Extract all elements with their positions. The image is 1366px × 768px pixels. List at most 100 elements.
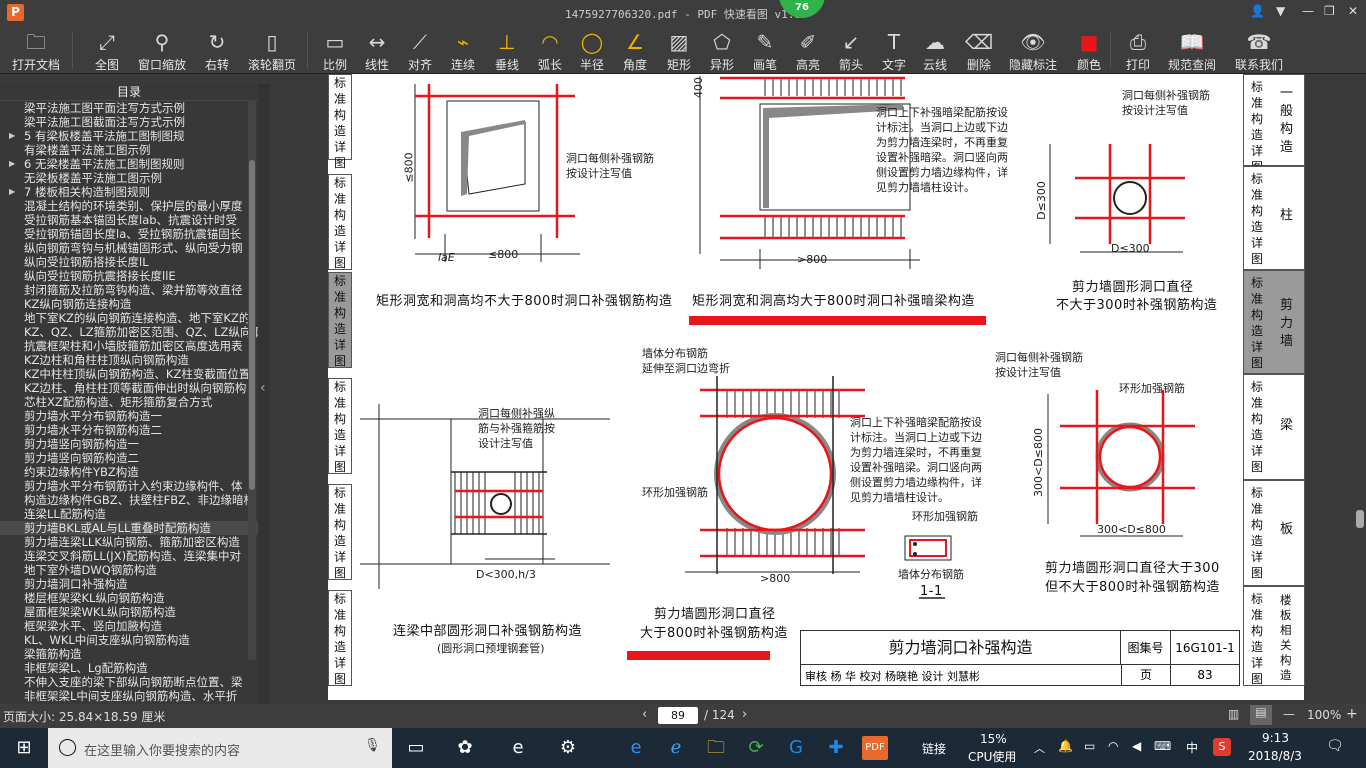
tool-angle-button[interactable]: ∠ 角度 xyxy=(618,28,652,72)
sogou-ime-icon[interactable]: S xyxy=(1213,738,1231,756)
toc-item[interactable]: 剪力墙水平分布钢筋构造一 xyxy=(0,409,258,423)
toc-item[interactable]: 约束边缘构件YBZ构造 xyxy=(0,465,258,479)
tool-arrow-button[interactable]: ↙ 箭头 xyxy=(834,28,868,72)
tool-polygon-area-button[interactable]: ⬠ 异形 xyxy=(705,28,739,72)
settings-app-icon[interactable]: ⚙ xyxy=(556,736,580,760)
toc-item[interactable]: 非框架梁L、Lg配筋构造 xyxy=(0,661,258,675)
toc-item[interactable]: 剪力墙竖向钢筋构造一 xyxy=(0,437,258,451)
toc-item[interactable]: 剪力墙竖向钢筋构造二 xyxy=(0,451,258,465)
tool-support-button[interactable]: ☎ 联系我们 xyxy=(1233,28,1285,72)
ie-edge-icon[interactable]: e xyxy=(624,736,648,760)
pdf-viewer-taskbar-icon[interactable]: PDF xyxy=(862,736,888,760)
toc-item[interactable]: 纵向受拉钢筋搭接长度lL xyxy=(0,255,258,269)
g-app-icon[interactable]: G xyxy=(784,736,808,760)
tool-cloud-line-button[interactable]: ☁ 云线 xyxy=(918,28,952,72)
toc-item[interactable]: 芯柱XZ配筋构造、矩形箍筋复合方式 xyxy=(0,395,258,409)
toc-item[interactable]: 屋面框架梁WKL纵向钢筋构造 xyxy=(0,605,258,619)
tool-text-button[interactable]: T 文字 xyxy=(877,28,911,72)
tool-hide-annotations-button[interactable]: 👁 隐藏标注 xyxy=(1008,28,1058,72)
toc-item[interactable]: 剪力墙连梁LLK纵向钢筋、箍筋加密区构造 xyxy=(0,535,258,549)
toc-item[interactable]: 梁箍筋构造 xyxy=(0,647,258,661)
toc-item[interactable]: KL、WKL中间支座纵向钢筋构造 xyxy=(0,633,258,647)
toc-item[interactable]: 有梁楼盖平法施工图示例 xyxy=(0,143,258,157)
internet-explorer-icon[interactable]: ℯ xyxy=(664,736,688,760)
toc-item[interactable]: 地下室外墙DWQ钢筋构造 xyxy=(0,563,258,577)
pinwheel-app-icon[interactable]: ✿ xyxy=(453,736,477,760)
toc-item[interactable]: 无梁板楼盖平法施工图示例 xyxy=(0,171,258,185)
keyboard-icon[interactable]: ⌨ xyxy=(1154,739,1171,753)
tool-pen-button[interactable]: ✎ 画笔 xyxy=(748,28,782,72)
toc-item[interactable]: ▶ 6 无梁楼盖平法施工图制图规则 xyxy=(0,157,258,171)
toc-item[interactable]: 抗震框架柱和小墙肢箍筋加密区高度选用表 xyxy=(0,339,258,353)
task-view-icon[interactable]: ▭ xyxy=(404,736,428,760)
continuous-view-icon[interactable]: ▤ xyxy=(1250,705,1272,725)
tool-radius-button[interactable]: ◯ 半径 xyxy=(575,28,609,72)
tool-rotate-right-button[interactable]: ↻ 右转 xyxy=(200,28,234,72)
volume-icon[interactable]: ◀ xyxy=(1132,739,1141,753)
taskbar-search-box[interactable]: ◯ 在这里输入你要搜索的内容 🎙 xyxy=(48,728,392,768)
toc-item[interactable]: 不伸入支座的梁下部纵向钢筋断点位置、梁 xyxy=(0,675,258,689)
toc-item[interactable]: 封闭箍筋及拉筋弯钩构造、梁并筋等效直径 xyxy=(0,283,258,297)
toc-item[interactable]: 纵向受拉钢筋抗震搭接长度llE xyxy=(0,269,258,283)
sidebar-scroll-thumb[interactable] xyxy=(249,160,255,490)
toc-item[interactable]: KZ中柱柱顶纵向钢筋构造、KZ柱变截面位置 xyxy=(0,367,258,381)
zoom-out-icon[interactable]: — xyxy=(1283,707,1295,721)
restore-icon[interactable]: ❐ xyxy=(1324,4,1335,18)
tool-arc-length-button[interactable]: ◠ 弧长 xyxy=(533,28,567,72)
toc-item[interactable]: 连梁交叉斜筋LL(JX)配筋构造、连梁集中对 xyxy=(0,549,258,563)
collapse-sidebar-button[interactable]: ‹ xyxy=(258,84,270,704)
document-scroll-thumb[interactable] xyxy=(1356,510,1364,528)
wifi-icon[interactable]: ◠ xyxy=(1108,739,1118,753)
tool-mouse-scroll-button[interactable]: ▯ 滚轮翻页 xyxy=(246,28,298,72)
tool-scale-button[interactable]: ▭ 比例 xyxy=(318,28,352,72)
tool-eraser-button[interactable]: ⌫ 删除 xyxy=(962,28,996,72)
expand-arrow-icon[interactable]: ▶ xyxy=(9,129,15,143)
tool-highlighter-button[interactable]: ✐ 高亮 xyxy=(791,28,825,72)
user-icon[interactable]: 👤 xyxy=(1250,4,1265,18)
tool-continuous-measure-button[interactable]: ⌁ 连续 xyxy=(446,28,480,72)
toc-item[interactable]: 梁平法施工图平面注写方式示例 xyxy=(0,101,258,115)
tool-printer-button[interactable]: ⎙ 打印 xyxy=(1121,28,1155,72)
taskbar-link-label[interactable]: 链接 xyxy=(922,740,946,757)
action-center-icon[interactable]: 🗨 xyxy=(1326,738,1344,754)
toc-item[interactable]: KZ、QZ、LZ箍筋加密区范围、QZ、LZ纵向钢 xyxy=(0,325,258,339)
tool-rectangle-area-button[interactable]: ▨ 矩形 xyxy=(662,28,696,72)
edge-browser-icon[interactable]: e xyxy=(506,736,530,760)
tool-color-button[interactable]: ■ 颜色 xyxy=(1072,28,1106,72)
toc-item[interactable]: 非框架梁L中间支座纵向钢筋构造、水平折 xyxy=(0,689,258,703)
ime-indicator[interactable]: 中 xyxy=(1186,739,1198,756)
microphone-icon[interactable]: 🎙 xyxy=(364,738,381,753)
toc-item[interactable]: ▶ 5 有梁板楼盖平法施工图制图规 xyxy=(0,129,258,143)
refresh-app-icon[interactable]: ⟳ xyxy=(744,736,768,760)
chevron-up-icon[interactable]: ︿ xyxy=(1034,740,1045,756)
tool-perpendicular-button[interactable]: ⊥ 垂线 xyxy=(490,28,524,72)
plus-app-icon[interactable]: ✚ xyxy=(824,736,848,760)
dropdown-menu-icon[interactable]: ▼ xyxy=(1276,4,1285,18)
zoom-in-icon[interactable]: + xyxy=(1346,706,1358,722)
toc-item[interactable]: 受拉钢筋基本锚固长度lab、抗震设计时受 xyxy=(0,213,258,227)
toc-item[interactable]: 纵向钢筋弯钩与机械锚固形式、纵向受力钢 xyxy=(0,241,258,255)
toc-item[interactable]: 剪力墙水平分布钢筋计入约束边缘构件、体 xyxy=(0,479,258,493)
notification-bell-icon[interactable]: 🔔 xyxy=(1058,739,1073,753)
close-icon[interactable]: ✕ xyxy=(1348,4,1358,18)
windows-start-icon[interactable]: ⊞ xyxy=(12,736,36,760)
toc-item[interactable]: 楼层框架梁KL纵向钢筋构造 xyxy=(0,591,258,605)
toc-item[interactable]: KZ纵向钢筋连接构造 xyxy=(0,297,258,311)
toc-item[interactable]: 地下室KZ的纵向钢筋连接构造、地下室KZ的 xyxy=(0,311,258,325)
file-explorer-icon[interactable]: 🗀 xyxy=(704,736,728,760)
expand-arrow-icon[interactable]: ▶ xyxy=(9,157,15,171)
tool-book-button[interactable]: 📖 规范查阅 xyxy=(1166,28,1218,72)
toc-item[interactable]: 框架梁水平、竖向加腋构造 xyxy=(0,619,258,633)
tool-zoom-window-button[interactable]: ⚲ 窗口缩放 xyxy=(137,28,187,72)
battery-icon[interactable]: ▭ xyxy=(1084,739,1095,753)
toc-item[interactable]: 剪力墙水平分布钢筋构造二 xyxy=(0,423,258,437)
toc-item[interactable]: KZ边柱和角柱柱顶纵向钢筋构造 xyxy=(0,353,258,367)
clock-date[interactable]: 2018/8/3 xyxy=(1248,749,1302,763)
toc-item[interactable]: 连梁LL配筋构造 xyxy=(0,507,258,521)
page-number-input[interactable]: 89 xyxy=(658,707,698,724)
toc-item[interactable]: ▶ 7 楼板相关构造制图规则 xyxy=(0,185,258,199)
toc-item[interactable]: KZ边柱、角柱柱顶等截面伸出时纵向钢筋构 xyxy=(0,381,258,395)
tool-linear-measure-button[interactable]: ↔ 线性 xyxy=(360,28,394,72)
single-page-view-icon[interactable]: ▥ xyxy=(1228,707,1239,721)
document-scrollbar[interactable] xyxy=(1352,74,1366,704)
